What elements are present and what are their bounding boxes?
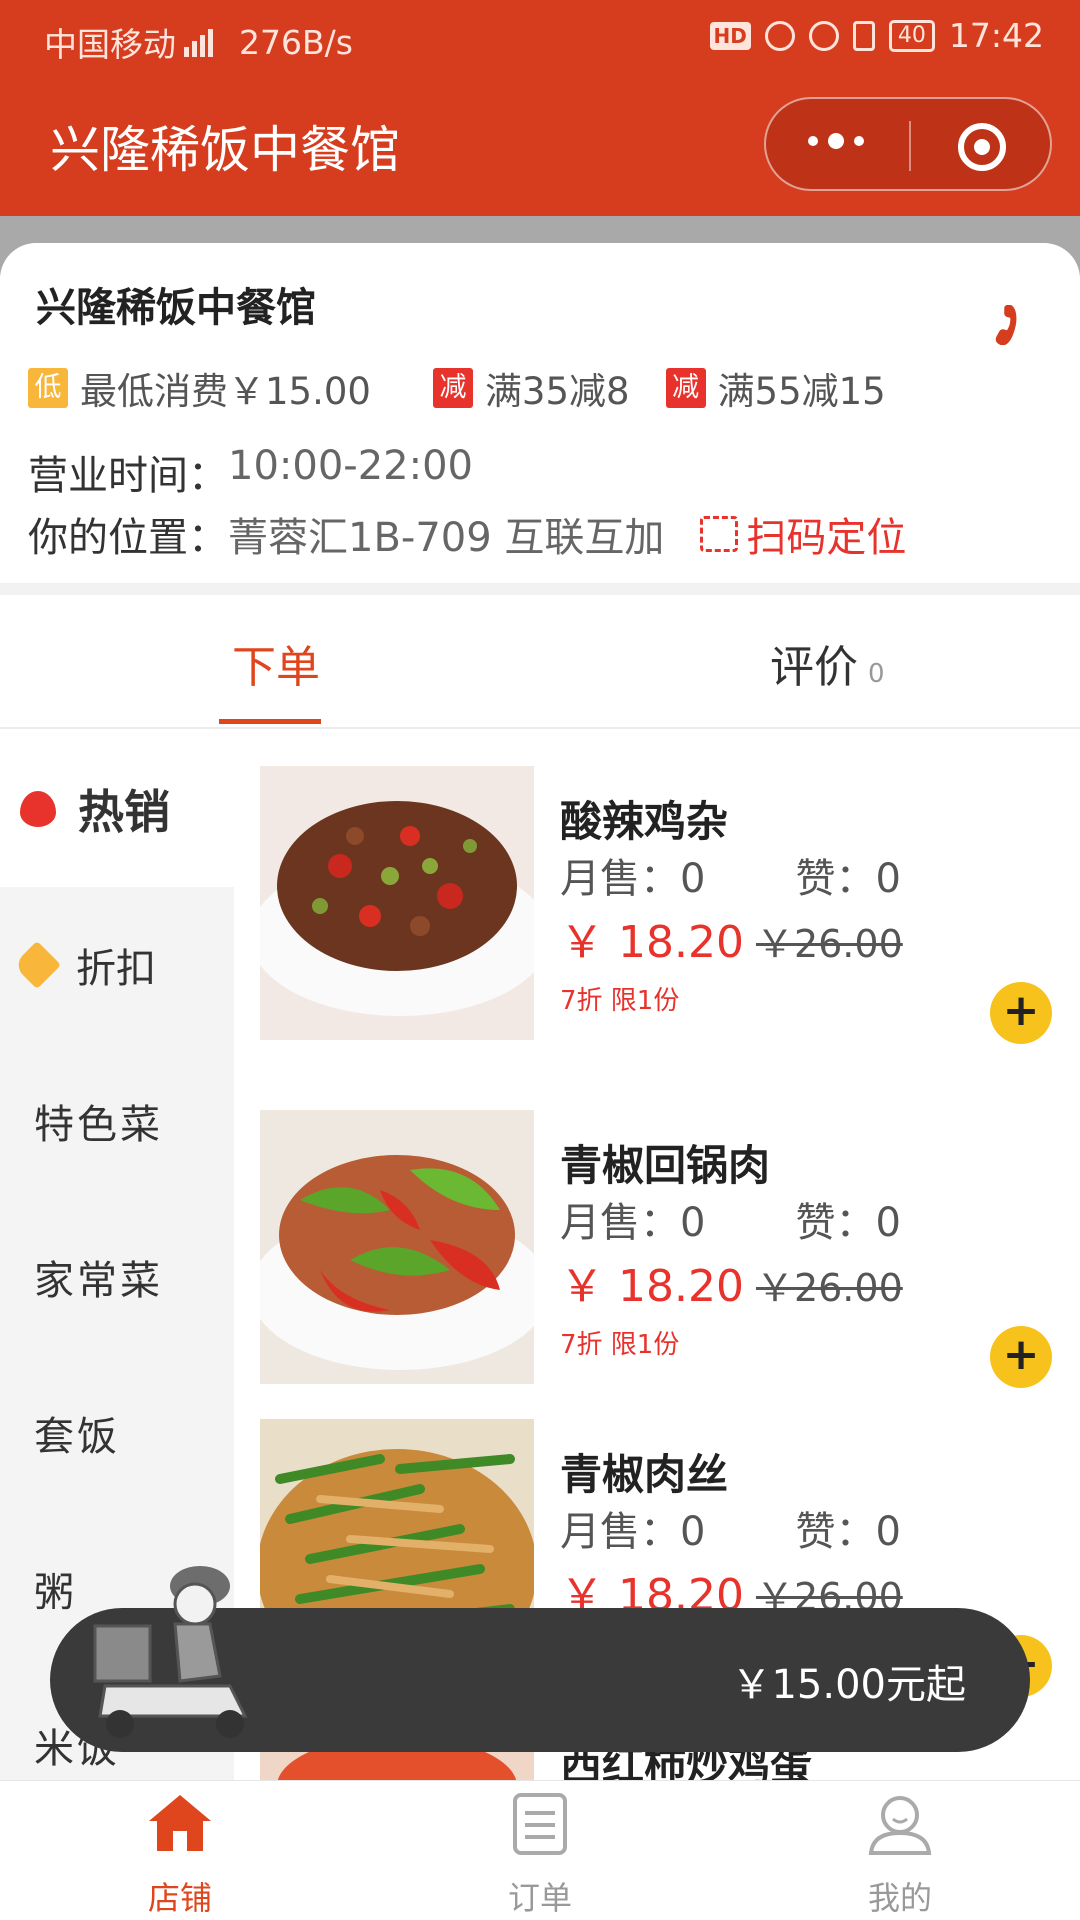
- promo-row: 低 最低消费￥15.00 减 满35减8 减 满55减15: [28, 361, 886, 415]
- tab-order[interactable]: 下单: [232, 631, 320, 695]
- review-count: 0: [868, 659, 885, 689]
- like-count: 赞：0: [795, 1200, 901, 1246]
- page-title: 兴隆稀饭中餐馆: [50, 121, 400, 179]
- dish-item: 酸辣鸡杂 月售：0 赞：0 ￥ 18.20 ￥26.00 7折 限1份 +: [234, 766, 1080, 1066]
- dish-name: 青椒肉丝: [560, 1450, 729, 1499]
- promo-text: 满55减15: [717, 370, 886, 413]
- dish-price: ￥ 18.20 ￥26.00: [560, 1250, 903, 1314]
- profile-icon: [868, 1796, 932, 1855]
- promo-min-order: 低 最低消费￥15.00: [28, 361, 371, 415]
- mini-program-capsule: [764, 97, 1052, 191]
- section-divider: [0, 583, 1080, 595]
- category-label: 套饭: [34, 1414, 120, 1460]
- phone-icon[interactable]: [984, 305, 1024, 345]
- category-set-meal[interactable]: 套饭: [0, 1355, 234, 1511]
- category-label: 家常菜: [34, 1258, 163, 1304]
- shop-name: 兴隆稀饭中餐馆: [36, 285, 316, 331]
- location-value: 菁蓉汇1B-709 互联互加: [228, 515, 665, 561]
- monthly-sales: 月售：0: [560, 1509, 706, 1555]
- battery-icon: 40: [888, 19, 935, 52]
- dish-stats: 月售：0 赞：0: [560, 1499, 901, 1557]
- nav-bar: 兴隆稀饭中餐馆: [0, 76, 1080, 216]
- carrier-name: 中国移动: [44, 25, 176, 64]
- promo-discount: 减 满35减8: [432, 361, 630, 415]
- dish-image[interactable]: [260, 1110, 534, 1384]
- tabbar-label: 订单: [507, 1879, 572, 1917]
- hours-label: 营业时间：: [28, 453, 228, 499]
- delivery-courier-icon[interactable]: [80, 1546, 260, 1746]
- current-price: ￥ 18.20: [560, 1261, 744, 1312]
- low-tag-icon: 低: [28, 368, 68, 408]
- tabbar-orders[interactable]: 订单: [440, 1789, 640, 1919]
- dish-name: 青椒回锅肉: [560, 1141, 771, 1190]
- add-to-cart-button[interactable]: +: [990, 1326, 1052, 1388]
- status-bar: 中国移动 276B/s HD 40 17:42: [0, 0, 1080, 76]
- tabbar-store[interactable]: 店铺: [80, 1789, 280, 1919]
- tab-reviews[interactable]: 评价 0: [770, 631, 885, 695]
- discount-note: 7折 限1份: [560, 986, 680, 1016]
- hd-icon: HD: [709, 21, 751, 50]
- tab-label: 评价: [770, 642, 858, 693]
- category-discount[interactable]: 折扣: [0, 887, 234, 1043]
- business-hours: 营业时间： 10:00-22:00: [28, 443, 473, 501]
- tag-icon: [12, 940, 62, 990]
- tabbar-label: 我的: [867, 1879, 932, 1917]
- category-specialty[interactable]: 特色菜: [0, 1043, 234, 1199]
- vibrate-icon: [852, 20, 875, 51]
- flame-icon: [20, 791, 56, 827]
- alarm-icon: [808, 20, 839, 51]
- hours-value: 10:00-22:00: [228, 443, 473, 489]
- signal-icon: [184, 27, 213, 57]
- monthly-sales: 月售：0: [560, 856, 706, 902]
- order-icon: [513, 1793, 567, 1855]
- store-icon: [149, 1795, 211, 1851]
- category-label: 热销: [78, 785, 170, 839]
- discount-tag-icon: 减: [665, 368, 706, 408]
- category-home-style[interactable]: 家常菜: [0, 1199, 234, 1355]
- promo-text: 最低消费￥15.00: [80, 370, 371, 413]
- dish-stats: 月售：0 赞：0: [560, 1190, 901, 1248]
- discount-note: 7折 限1份: [560, 1330, 680, 1360]
- scan-icon: [700, 516, 739, 552]
- tab-bar: 下单 评价 0: [0, 595, 1080, 729]
- clock: 17:42: [948, 16, 1044, 55]
- tabbar-profile[interactable]: 我的: [800, 1789, 1000, 1919]
- like-count: 赞：0: [795, 1509, 901, 1555]
- category-label: 特色菜: [34, 1102, 163, 1148]
- dish-name: 酸辣鸡杂: [560, 797, 729, 846]
- tabbar-label: 店铺: [147, 1879, 212, 1917]
- network-speed: 276B/s: [239, 22, 353, 62]
- scan-locate-button[interactable]: 扫码定位: [700, 505, 906, 563]
- dish-stats: 月售：0 赞：0: [560, 846, 901, 904]
- close-icon[interactable]: [958, 123, 1006, 171]
- monthly-sales: 月售：0: [560, 1200, 706, 1246]
- discount-tag-icon: 减: [432, 368, 473, 408]
- more-icon[interactable]: [808, 133, 864, 149]
- shop-info-card: 兴隆稀饭中餐馆 低 最低消费￥15.00 减 满35减8 减 满55减15 营业…: [0, 243, 1080, 583]
- promo-discount: 减 满55减15: [665, 361, 886, 415]
- like-count: 赞：0: [795, 856, 901, 902]
- dish-item: 青椒回锅肉 月售：0 赞：0 ￥ 18.20 ￥26.00 7折 限1份 +: [234, 1110, 1080, 1410]
- current-price: ￥ 18.20: [560, 917, 744, 968]
- dish-image[interactable]: [260, 766, 534, 1040]
- dish-price: ￥ 18.20 ￥26.00: [560, 906, 903, 970]
- user-location: 你的位置： 菁蓉汇1B-709 互联互加 扫码定位: [28, 505, 906, 563]
- category-label: 粥: [34, 1570, 77, 1616]
- bottom-tab-bar: 店铺 订单 我的: [0, 1780, 1080, 1920]
- original-price: ￥26.00: [755, 1266, 903, 1310]
- tab-label: 下单: [232, 642, 320, 693]
- add-to-cart-button[interactable]: +: [990, 982, 1052, 1044]
- category-label: 折扣: [76, 946, 156, 992]
- promo-text: 满35减8: [484, 370, 630, 413]
- active-tab-indicator: [219, 719, 321, 724]
- eye-icon: [764, 20, 795, 51]
- minimum-order-label: ￥15.00元起: [731, 1662, 966, 1708]
- scan-label: 扫码定位: [746, 515, 907, 561]
- original-price: ￥26.00: [755, 922, 903, 966]
- location-label: 你的位置：: [28, 515, 228, 561]
- category-hot[interactable]: 热销: [0, 731, 234, 887]
